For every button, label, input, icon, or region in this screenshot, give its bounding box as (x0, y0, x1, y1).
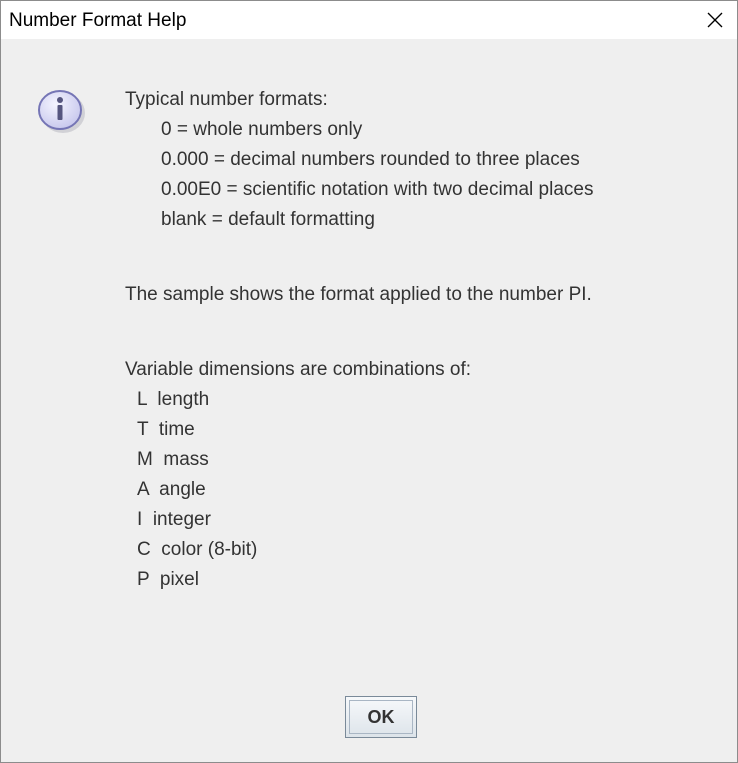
dimension-item: A angle (137, 479, 206, 500)
format-item: 0 = whole numbers only (161, 119, 363, 140)
format-intro: Typical number formats: (125, 89, 328, 110)
format-item: 0.000 = decimal numbers rounded to three… (161, 149, 580, 170)
sample-note: The sample shows the format applied to t… (125, 284, 592, 305)
title-bar[interactable]: Number Format Help (1, 1, 737, 39)
ok-button[interactable]: OK (345, 696, 417, 738)
format-item: 0.00E0 = scientific notation with two de… (161, 179, 594, 200)
dimension-item: T time (137, 419, 195, 440)
dimension-item: I integer (137, 509, 211, 530)
ok-label: OK (349, 700, 413, 734)
dimension-item: C color (8-bit) (137, 539, 258, 560)
number-format-help-dialog: Number Format Help Typical number format… (0, 0, 738, 763)
dimension-item: M mass (137, 449, 209, 470)
close-button[interactable] (693, 1, 737, 39)
close-icon (707, 12, 723, 28)
info-icon (38, 90, 85, 133)
window-title: Number Format Help (9, 10, 187, 31)
dimension-item: L length (137, 389, 210, 410)
format-item: blank = default formatting (161, 209, 375, 230)
dimension-item: P pixel (137, 569, 199, 590)
dimensions-intro: Variable dimensions are combinations of: (125, 359, 472, 380)
